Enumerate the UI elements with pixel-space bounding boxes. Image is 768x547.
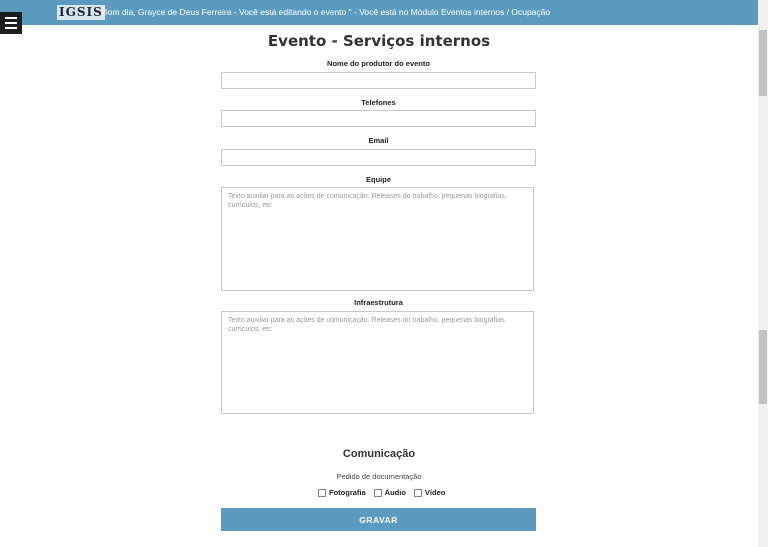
top-bar: IGSIS Bom dia, Grayce de Deus Ferreira -… [0, 0, 758, 25]
phones-label: Telefones [361, 98, 396, 107]
email-label: Email [368, 136, 389, 145]
infra-textarea[interactable]: Texto auxiliar para as ações de comunica… [221, 311, 534, 414]
phones-input[interactable] [221, 110, 536, 127]
video-label: Vídeo [424, 488, 446, 497]
team-textarea[interactable]: Texto auxiliar para as ações de comunica… [221, 187, 534, 291]
photo-checkbox[interactable]: Fotografia [318, 488, 366, 497]
documentation-options: Fotografia Áudio Vídeo [318, 488, 445, 497]
audio-label: Áudio [384, 488, 406, 497]
checkbox-icon[interactable] [373, 488, 382, 497]
producer-input[interactable] [221, 72, 536, 89]
checkbox-icon[interactable] [318, 488, 326, 497]
communication-title: Comunicação [342, 448, 416, 460]
producer-label: Nome do produtor do evento [327, 59, 430, 68]
video-checkbox[interactable]: Vídeo [413, 488, 446, 497]
documentation-request-label: Pedido de documentação [336, 472, 422, 481]
scrollbar-thumb[interactable] [759, 30, 767, 96]
checkbox-icon[interactable] [413, 488, 422, 497]
infra-label: Infraestrutura [354, 298, 403, 307]
hamburger-menu-icon [5, 17, 17, 19]
menu-button[interactable] [0, 12, 22, 34]
page-title: Evento - Serviços internos [267, 32, 491, 50]
app-logo: IGSIS [57, 5, 105, 20]
email-input[interactable] [221, 149, 536, 166]
scrollbar[interactable] [758, 0, 768, 547]
scrollbar-thumb-secondary[interactable] [759, 330, 767, 404]
audio-checkbox[interactable]: Áudio [373, 488, 406, 497]
photo-label: Fotografia [329, 488, 366, 497]
save-button[interactable]: GRAVAR [221, 508, 536, 531]
team-label: Equipe [365, 175, 391, 184]
greeting-text: Bom dia, Grayce de Deus Ferreira - Você … [102, 7, 551, 17]
